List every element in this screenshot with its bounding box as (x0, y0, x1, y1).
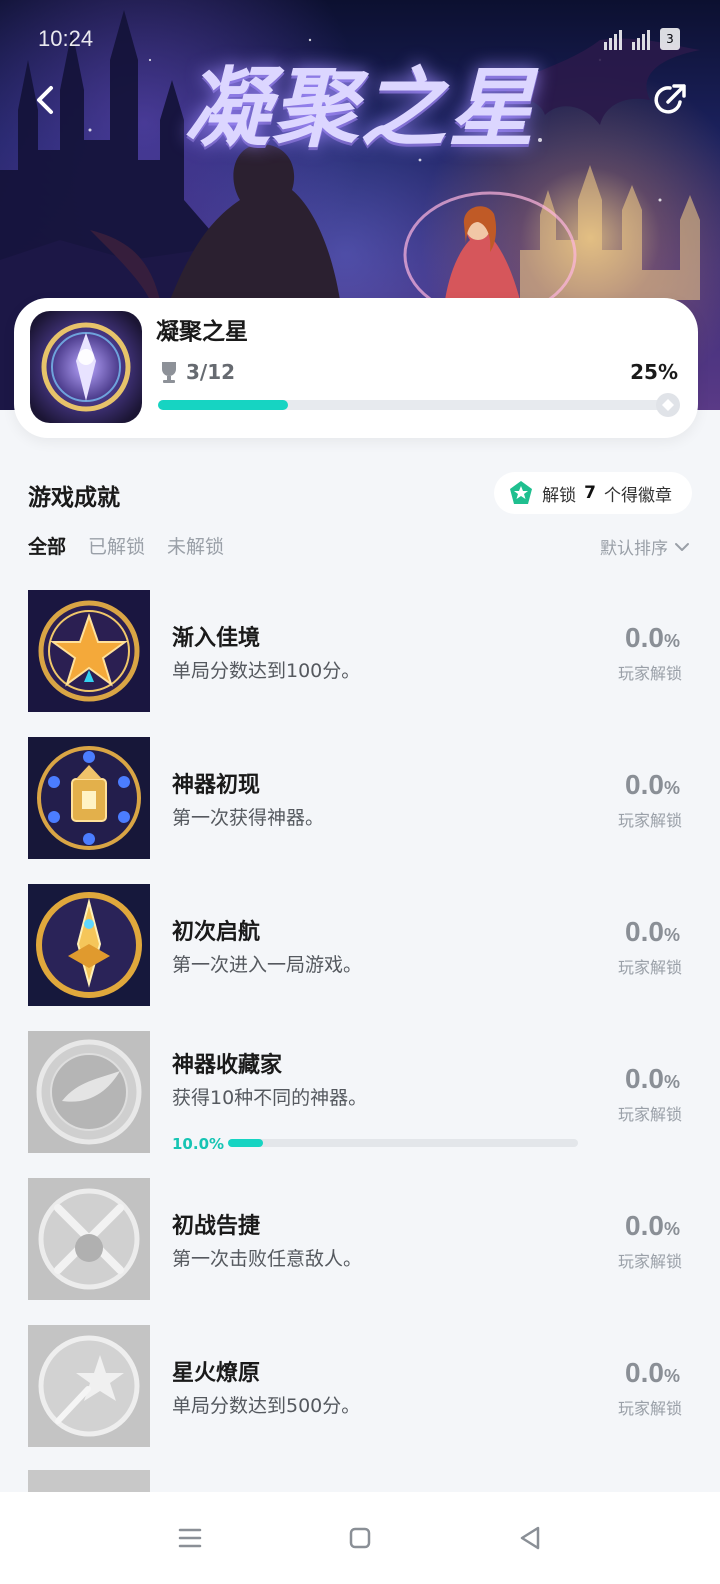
sort-label: 默认排序 (600, 539, 668, 559)
game-progress-bar (158, 393, 680, 417)
game-progress-percent: 25% (630, 360, 678, 384)
achievement-desc: 第一次击败任意敌人。 (172, 1248, 363, 1270)
badge-icon (510, 481, 533, 504)
reward-icon (656, 393, 680, 417)
chip-prefix: 解锁 (542, 485, 577, 506)
home-button[interactable] (338, 1516, 382, 1560)
achievement-rate-label: 玩家解锁 (617, 664, 682, 683)
chip-suffix: 个得徽章 (604, 485, 672, 506)
home-icon (349, 1527, 371, 1549)
filter-tabs: 全部 已解锁 未解锁 (28, 532, 224, 559)
achievement-name: 神器收藏家 (172, 1053, 283, 1078)
achievement-rate-label: 玩家解锁 (617, 1399, 682, 1418)
achievement-item[interactable]: 初战告捷 第一次击败任意敌人。 0.0% 玩家解锁 (0, 1178, 720, 1302)
menu-button[interactable] (168, 1516, 212, 1560)
achievement-unlock-rate: 0.0% (625, 1357, 680, 1388)
trophy-icon (162, 362, 176, 383)
achievement-desc: 单局分数达到100分。 (172, 660, 361, 682)
achievement-locked-icon (28, 1470, 150, 1492)
achievement-progress-bar (228, 1139, 578, 1147)
achievement-item[interactable]: 初次启航 第一次进入一局游戏。 0.0% 玩家解锁 (0, 884, 720, 1008)
achievement-item[interactable]: 星火燎原 单局分数达到500分。 0.0% 玩家解锁 (0, 1325, 720, 1449)
chip-count: 7 (584, 483, 596, 503)
achievement-name: 初次启航 (172, 920, 261, 945)
tab-locked[interactable]: 未解锁 (167, 532, 224, 559)
achievement-unlock-rate: 0.0% (625, 1210, 680, 1241)
achievement-progress-text: 10.0% (172, 1135, 225, 1153)
game-progress-fill (158, 400, 288, 410)
chevron-down-icon (675, 542, 689, 551)
system-nav-bar (0, 1492, 720, 1584)
achievement-ship-icon (28, 884, 150, 1006)
achievement-desc: 单局分数达到500分。 (172, 1395, 361, 1417)
game-progress-count: 3/12 (186, 360, 236, 384)
achievement-item[interactable]: 渐入佳境 单局分数达到100分。 0.0% 玩家解锁 (0, 590, 720, 714)
achievement-name: 神器初现 (172, 773, 261, 798)
sort-dropdown[interactable]: 默认排序 (600, 534, 690, 559)
triangle-back-icon (520, 1526, 540, 1550)
achievement-rate-label: 玩家解锁 (617, 1105, 682, 1124)
game-name: 凝聚之星 (156, 319, 248, 345)
tab-all[interactable]: 全部 (28, 532, 66, 559)
game-summary-card: 凝聚之星 3/12 25% (14, 298, 698, 438)
share-icon (654, 84, 686, 114)
achievement-rate-label: 玩家解锁 (617, 1252, 682, 1271)
achievement-unlock-rate: 0.0% (625, 622, 680, 653)
achievement-rate-label: 玩家解锁 (617, 811, 682, 830)
achievement-unlock-rate: 0.0% (625, 769, 680, 800)
achievement-unlock-rate: 0.0% (625, 916, 680, 947)
chevron-left-icon (37, 86, 53, 114)
achievement-name: 星火燎原 (172, 1361, 261, 1386)
achievement-item[interactable]: 神器收藏家 获得10种不同的神器。 10.0% 0.0% 玩家解锁 (0, 1031, 720, 1155)
achievement-shooting-star-icon (28, 1325, 150, 1447)
achievement-collector-icon (28, 1031, 150, 1153)
achievement-artifact-icon (28, 737, 150, 859)
achievement-name: 渐入佳境 (172, 626, 261, 651)
achievement-swords-icon (28, 1178, 150, 1300)
achievement-desc: 第一次获得神器。 (172, 807, 325, 829)
achievement-progress-fill (228, 1139, 263, 1147)
achievement-unlock-rate: 0.0% (625, 1063, 680, 1094)
achievement-star-icon (28, 590, 150, 712)
achievement-item[interactable] (0, 1470, 720, 1492)
menu-icon (178, 1528, 202, 1548)
back-button[interactable] (24, 78, 68, 122)
achievement-desc: 第一次进入一局游戏。 (172, 954, 363, 976)
unlock-badge-chip[interactable]: 解锁 7 个得徽章 (494, 472, 692, 514)
back-nav-button[interactable] (508, 1516, 552, 1560)
achievement-rate-label: 玩家解锁 (617, 958, 682, 977)
share-button[interactable] (650, 80, 690, 120)
achievement-name: 初战告捷 (172, 1214, 261, 1239)
section-title: 游戏成就 (28, 485, 120, 511)
achievement-desc: 获得10种不同的神器。 (172, 1087, 368, 1109)
game-icon (30, 311, 142, 423)
achievement-item[interactable]: 神器初现 第一次获得神器。 0.0% 玩家解锁 (0, 737, 720, 861)
hero-title: 凝聚之星 (184, 58, 536, 159)
tab-unlocked[interactable]: 已解锁 (88, 532, 145, 559)
